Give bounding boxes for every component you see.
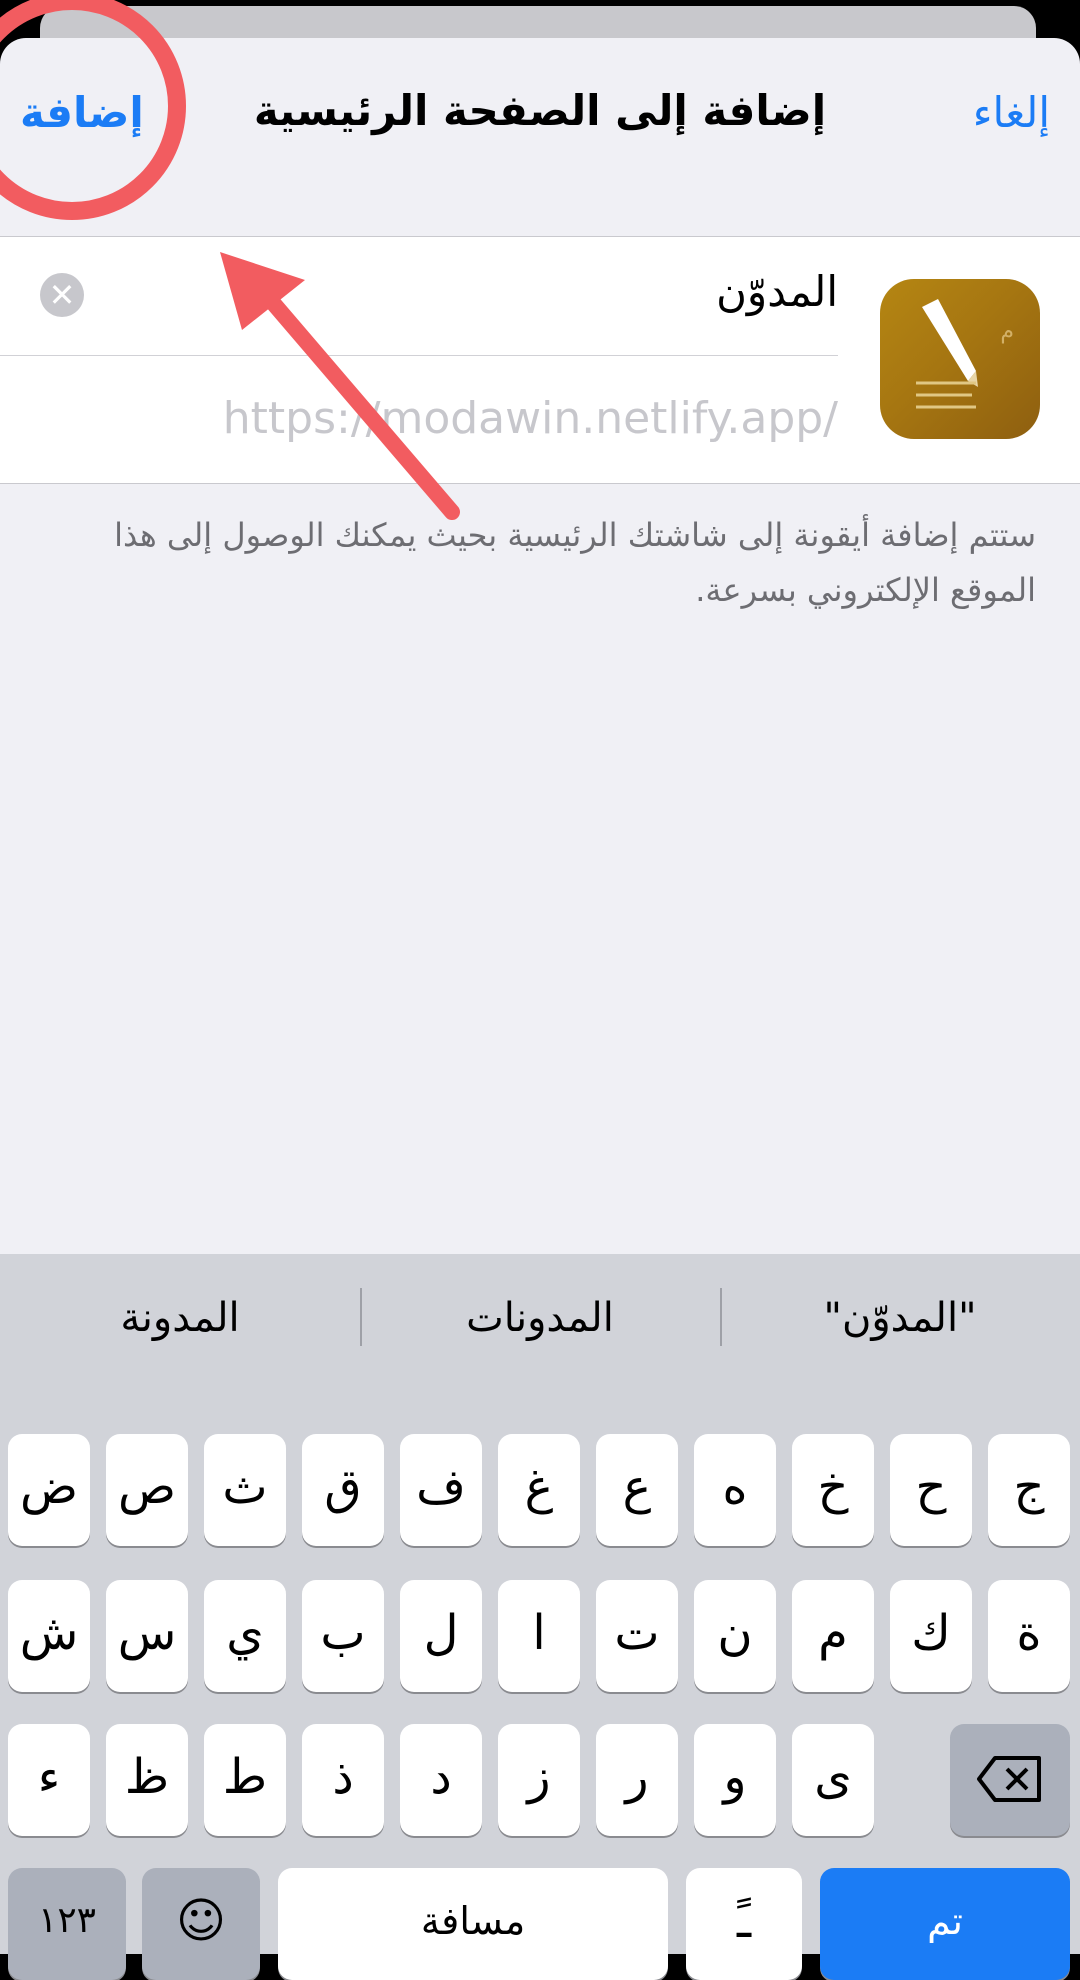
key[interactable]: ش [8, 1580, 90, 1692]
arabic-keyboard: "المدوّن" المدونات المدونة ج ح خ ه ع غ ف… [0, 1254, 1080, 1980]
navigation-bar: إضافة إضافة إلى الصفحة الرئيسية إلغاء [0, 38, 1080, 237]
key[interactable]: ى [792, 1724, 874, 1836]
key[interactable]: ط [204, 1724, 286, 1836]
key[interactable]: ت [596, 1580, 678, 1692]
key[interactable]: ج [988, 1434, 1070, 1546]
key[interactable]: ن [694, 1580, 776, 1692]
key[interactable]: ع [596, 1434, 678, 1546]
numbers-key[interactable]: ١٢٣ [8, 1868, 126, 1980]
pen-icon [916, 299, 978, 409]
tanween-key[interactable]: ـً [686, 1868, 802, 1980]
icon-mark: م [1000, 319, 1014, 344]
suggestion-divider [360, 1288, 362, 1346]
key[interactable]: ث [204, 1434, 286, 1546]
key[interactable]: ف [400, 1434, 482, 1546]
name-field-value: المدوّن [716, 267, 838, 316]
key[interactable]: ه [694, 1434, 776, 1546]
key[interactable]: ذ [302, 1724, 384, 1836]
key[interactable]: ص [106, 1434, 188, 1546]
return-key[interactable]: تم [820, 1868, 1070, 1980]
key[interactable]: ق [302, 1434, 384, 1546]
key[interactable]: ل [400, 1580, 482, 1692]
page-title: إضافة إلى الصفحة الرئيسية [253, 86, 827, 135]
key[interactable]: ا [498, 1580, 580, 1692]
key[interactable]: ة [988, 1580, 1070, 1692]
space-key[interactable]: مسافة [278, 1868, 668, 1980]
key[interactable]: ب [302, 1580, 384, 1692]
key[interactable]: ز [498, 1724, 580, 1836]
key[interactable]: ر [596, 1724, 678, 1836]
suggestion-3[interactable]: المدونة [0, 1254, 360, 1382]
url-text: https://modawin.netlify.app/ [222, 393, 838, 444]
key[interactable]: خ [792, 1434, 874, 1546]
key[interactable]: و [694, 1724, 776, 1836]
name-field[interactable]: المدوّن ✕ [0, 237, 838, 356]
app-icon: م [880, 279, 1040, 439]
key[interactable]: غ [498, 1434, 580, 1546]
suggestion-2[interactable]: المدونات [360, 1254, 720, 1382]
key[interactable]: ء [8, 1724, 90, 1836]
key[interactable]: م [792, 1580, 874, 1692]
emoji-key[interactable]: ☺ [142, 1868, 260, 1980]
key[interactable]: ظ [106, 1724, 188, 1836]
backspace-icon [977, 1756, 1041, 1802]
key[interactable]: ض [8, 1434, 90, 1546]
suggestion-divider [720, 1288, 722, 1346]
key[interactable]: ك [890, 1580, 972, 1692]
description-text: ستتم إضافة أيقونة إلى شاشتك الرئيسية بحي… [114, 516, 1036, 609]
cancel-button[interactable]: إلغاء [973, 88, 1050, 137]
delete-key[interactable] [950, 1724, 1070, 1836]
bookmark-card: م المدوّن ✕ https://modawin.netlify.app/ [0, 237, 1080, 484]
key[interactable]: س [106, 1580, 188, 1692]
key[interactable]: د [400, 1724, 482, 1836]
clear-icon[interactable]: ✕ [40, 273, 84, 317]
key[interactable]: ي [204, 1580, 286, 1692]
suggestion-1[interactable]: "المدوّن" [720, 1254, 1080, 1382]
key[interactable]: ح [890, 1434, 972, 1546]
